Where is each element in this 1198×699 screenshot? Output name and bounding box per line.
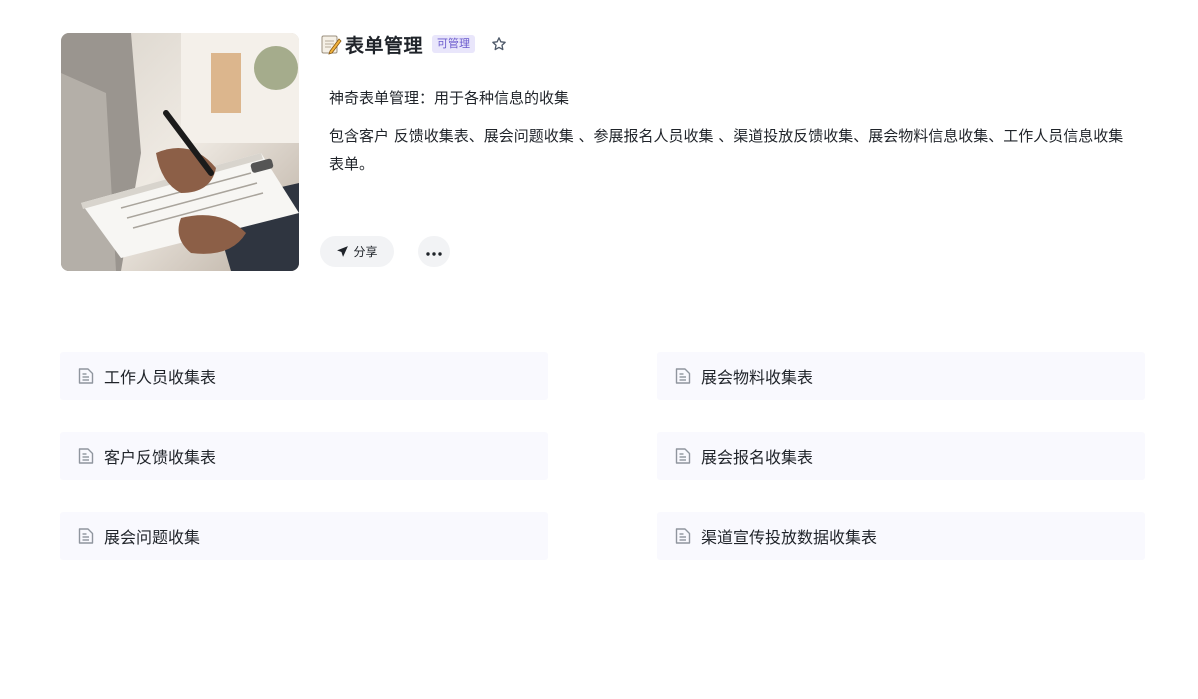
page: 表单管理 可管理 神奇表单管理：用于各种信息的收集 包含客户 反馈收集表、展会问… xyxy=(0,0,1198,699)
form-doc-icon xyxy=(77,447,95,465)
form-item-label: 展会问题收集 xyxy=(104,528,201,547)
form-doc-icon xyxy=(77,527,95,545)
form-doc-icon xyxy=(674,367,692,385)
memo-icon xyxy=(320,33,342,55)
more-button[interactable] xyxy=(418,236,450,267)
form-item-label: 展会物料收集表 xyxy=(701,368,814,387)
form-item-label: 客户反馈收集表 xyxy=(104,448,217,467)
form-item-customer-feedback[interactable]: 客户反馈收集表 xyxy=(60,432,548,480)
form-item-channel-promotion[interactable]: 渠道宣传投放数据收集表 xyxy=(657,512,1145,560)
form-doc-icon xyxy=(674,447,692,465)
star-outline-icon[interactable] xyxy=(490,35,508,53)
form-doc-icon xyxy=(674,527,692,545)
form-item-label: 工作人员收集表 xyxy=(104,368,217,387)
send-icon xyxy=(336,245,349,258)
permission-badge: 可管理 xyxy=(432,35,476,53)
form-doc-icon xyxy=(77,367,95,385)
description-line-1: 神奇表单管理：用于各种信息的收集 xyxy=(329,89,570,107)
form-item-label: 展会报名收集表 xyxy=(701,448,814,467)
form-item-exhibition-materials[interactable]: 展会物料收集表 xyxy=(657,352,1145,400)
form-item-staff[interactable]: 工作人员收集表 xyxy=(60,352,548,400)
page-title: 表单管理 xyxy=(345,34,424,57)
cover-image xyxy=(61,33,299,271)
more-horizontal-icon xyxy=(425,242,443,261)
description-line-2: 包含客户 反馈收集表、展会问题收集 、参展报名人员收集 、渠道投放反馈收集、展会… xyxy=(329,127,1124,173)
form-item-exhibition-registration[interactable]: 展会报名收集表 xyxy=(657,432,1145,480)
form-item-label: 渠道宣传投放数据收集表 xyxy=(701,528,878,547)
form-item-exhibition-questions[interactable]: 展会问题收集 xyxy=(60,512,548,560)
share-label: 分享 xyxy=(353,245,378,259)
title-row: 表单管理 可管理 xyxy=(320,31,508,57)
share-button[interactable]: 分享 xyxy=(320,236,394,267)
